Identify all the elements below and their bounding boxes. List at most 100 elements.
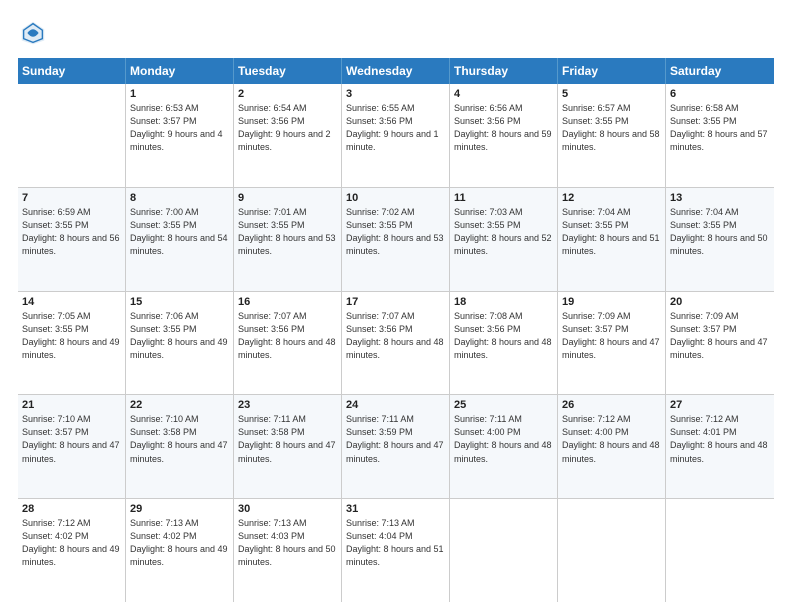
cell-info: Sunrise: 7:12 AMSunset: 4:01 PMDaylight:… (670, 413, 770, 465)
calendar-row-3: 14 Sunrise: 7:05 AMSunset: 3:55 PMDayligh… (18, 292, 774, 396)
day-header-wednesday: Wednesday (342, 58, 450, 84)
empty-cell (558, 499, 666, 602)
cell-info: Sunrise: 7:10 AMSunset: 3:58 PMDaylight:… (130, 413, 229, 465)
cell-info: Sunrise: 7:04 AMSunset: 3:55 PMDaylight:… (670, 206, 770, 258)
day-number: 14 (22, 296, 121, 308)
day-cell-12: 12 Sunrise: 7:04 AMSunset: 3:55 PMDayligh… (558, 188, 666, 291)
day-cell-17: 17Sunrise: 7:07 AMSunset: 3:56 PMDayligh… (342, 292, 450, 395)
day-number: 6 (670, 88, 770, 100)
day-number: 7 (22, 192, 121, 204)
cell-info: Sunrise: 7:01 AMSunset: 3:55 PMDaylight:… (238, 206, 337, 258)
cell-info: Sunrise: 6:53 AMSunset: 3:57 PMDaylight:… (130, 102, 229, 154)
cell-info: Sunrise: 7:07 AMSunset: 3:56 PMDaylight:… (238, 310, 337, 362)
day-header-thursday: Thursday (450, 58, 558, 84)
day-cell-30: 30 Sunrise: 7:13 AMSunset: 4:03 PMDayligh… (234, 499, 342, 602)
day-cell-9: 9 Sunrise: 7:01 AMSunset: 3:55 PMDaylight… (234, 188, 342, 291)
day-cell-22: 22 Sunrise: 7:10 AMSunset: 3:58 PMDayligh… (126, 395, 234, 498)
day-cell-27: 27Sunrise: 7:12 AMSunset: 4:01 PMDayligh… (666, 395, 774, 498)
day-cell-1: 1 Sunrise: 6:53 AMSunset: 3:57 PMDaylight… (126, 84, 234, 187)
day-cell-8: 8 Sunrise: 7:00 AMSunset: 3:55 PMDaylight… (126, 188, 234, 291)
day-number: 13 (670, 192, 770, 204)
day-number: 10 (346, 192, 445, 204)
day-header-sunday: Sunday (18, 58, 126, 84)
day-cell-25: 25 Sunrise: 7:11 AMSunset: 4:00 PMDayligh… (450, 395, 558, 498)
day-header-monday: Monday (126, 58, 234, 84)
day-cell-24: 24 Sunrise: 7:11 AMSunset: 3:59 PMDayligh… (342, 395, 450, 498)
day-number: 28 (22, 503, 121, 515)
day-number: 31 (346, 503, 445, 515)
day-cell-23: 23Sunrise: 7:11 AMSunset: 3:58 PMDayligh… (234, 395, 342, 498)
day-cell-16: 16 Sunrise: 7:07 AMSunset: 3:56 PMDayligh… (234, 292, 342, 395)
day-number: 21 (22, 399, 121, 411)
day-cell-13: 13 Sunrise: 7:04 AMSunset: 3:55 PMDayligh… (666, 188, 774, 291)
day-number: 12 (562, 192, 661, 204)
day-cell-3: 3 Sunrise: 6:55 AMSunset: 3:56 PMDaylight… (342, 84, 450, 187)
day-number: 24 (346, 399, 445, 411)
day-cell-5: 5 Sunrise: 6:57 AMSunset: 3:55 PMDaylight… (558, 84, 666, 187)
day-number: 11 (454, 192, 553, 204)
cell-info: Sunrise: 7:00 AMSunset: 3:55 PMDaylight:… (130, 206, 229, 258)
day-cell-31: 31 Sunrise: 7:13 AMSunset: 4:04 PMDayligh… (342, 499, 450, 602)
cell-info: Sunrise: 6:58 AMSunset: 3:55 PMDaylight:… (670, 102, 770, 154)
day-number: 19 (562, 296, 661, 308)
day-number: 25 (454, 399, 553, 411)
day-number: 17 (346, 296, 445, 308)
day-cell-18: 18Sunrise: 7:08 AMSunset: 3:56 PMDayligh… (450, 292, 558, 395)
cell-info: Sunrise: 7:04 AMSunset: 3:55 PMDaylight:… (562, 206, 661, 258)
calendar-row-2: 7 Sunrise: 6:59 AMSunset: 3:55 PMDaylight… (18, 188, 774, 292)
cell-info: Sunrise: 6:57 AMSunset: 3:55 PMDaylight:… (562, 102, 661, 154)
day-number: 26 (562, 399, 661, 411)
day-number: 4 (454, 88, 553, 100)
day-cell-4: 4 Sunrise: 6:56 AMSunset: 3:56 PMDaylight… (450, 84, 558, 187)
cell-info: Sunrise: 7:03 AMSunset: 3:55 PMDaylight:… (454, 206, 553, 258)
calendar-row-5: 28Sunrise: 7:12 AMSunset: 4:02 PMDayligh… (18, 499, 774, 602)
day-number: 16 (238, 296, 337, 308)
day-cell-10: 10 Sunrise: 7:02 AMSunset: 3:55 PMDayligh… (342, 188, 450, 291)
day-number: 15 (130, 296, 229, 308)
cell-info: Sunrise: 7:06 AMSunset: 3:55 PMDaylight:… (130, 310, 229, 362)
day-cell-19: 19 Sunrise: 7:09 AMSunset: 3:57 PMDayligh… (558, 292, 666, 395)
cell-info: Sunrise: 7:13 AMSunset: 4:03 PMDaylight:… (238, 517, 337, 569)
header (18, 18, 774, 48)
day-number: 8 (130, 192, 229, 204)
calendar-row-4: 21Sunrise: 7:10 AMSunset: 3:57 PMDayligh… (18, 395, 774, 499)
day-cell-14: 14 Sunrise: 7:05 AMSunset: 3:55 PMDayligh… (18, 292, 126, 395)
cell-info: Sunrise: 7:09 AMSunset: 3:57 PMDaylight:… (562, 310, 661, 362)
empty-cell (666, 499, 774, 602)
cell-info: Sunrise: 6:56 AMSunset: 3:56 PMDaylight:… (454, 102, 553, 154)
cell-info: Sunrise: 6:55 AMSunset: 3:56 PMDaylight:… (346, 102, 445, 154)
cell-info: Sunrise: 7:12 AMSunset: 4:00 PMDaylight:… (562, 413, 661, 465)
day-cell-6: 6 Sunrise: 6:58 AMSunset: 3:55 PMDaylight… (666, 84, 774, 187)
day-cell-26: 26 Sunrise: 7:12 AMSunset: 4:00 PMDayligh… (558, 395, 666, 498)
day-number: 9 (238, 192, 337, 204)
logo-icon (18, 18, 48, 48)
day-cell-29: 29Sunrise: 7:13 AMSunset: 4:02 PMDayligh… (126, 499, 234, 602)
day-header-saturday: Saturday (666, 58, 774, 84)
day-cell-11: 11 Sunrise: 7:03 AMSunset: 3:55 PMDayligh… (450, 188, 558, 291)
empty-cell (450, 499, 558, 602)
day-number: 30 (238, 503, 337, 515)
calendar: SundayMondayTuesdayWednesdayThursdayFrid… (18, 58, 774, 602)
day-header-tuesday: Tuesday (234, 58, 342, 84)
cell-info: Sunrise: 7:13 AMSunset: 4:04 PMDaylight:… (346, 517, 445, 569)
cell-info: Sunrise: 6:59 AMSunset: 3:55 PMDaylight:… (22, 206, 121, 258)
calendar-body: 1 Sunrise: 6:53 AMSunset: 3:57 PMDaylight… (18, 84, 774, 602)
calendar-row-1: 1 Sunrise: 6:53 AMSunset: 3:57 PMDaylight… (18, 84, 774, 188)
day-number: 22 (130, 399, 229, 411)
day-number: 23 (238, 399, 337, 411)
page: SundayMondayTuesdayWednesdayThursdayFrid… (0, 0, 792, 612)
day-number: 3 (346, 88, 445, 100)
calendar-header: SundayMondayTuesdayWednesdayThursdayFrid… (18, 58, 774, 84)
day-cell-7: 7 Sunrise: 6:59 AMSunset: 3:55 PMDaylight… (18, 188, 126, 291)
cell-info: Sunrise: 7:05 AMSunset: 3:55 PMDaylight:… (22, 310, 121, 362)
day-number: 29 (130, 503, 229, 515)
day-number: 1 (130, 88, 229, 100)
day-header-friday: Friday (558, 58, 666, 84)
cell-info: Sunrise: 7:02 AMSunset: 3:55 PMDaylight:… (346, 206, 445, 258)
day-number: 18 (454, 296, 553, 308)
cell-info: Sunrise: 7:11 AMSunset: 4:00 PMDaylight:… (454, 413, 553, 465)
day-number: 2 (238, 88, 337, 100)
day-number: 5 (562, 88, 661, 100)
cell-info: Sunrise: 7:11 AMSunset: 3:59 PMDaylight:… (346, 413, 445, 465)
day-cell-2: 2Sunrise: 6:54 AMSunset: 3:56 PMDaylight… (234, 84, 342, 187)
